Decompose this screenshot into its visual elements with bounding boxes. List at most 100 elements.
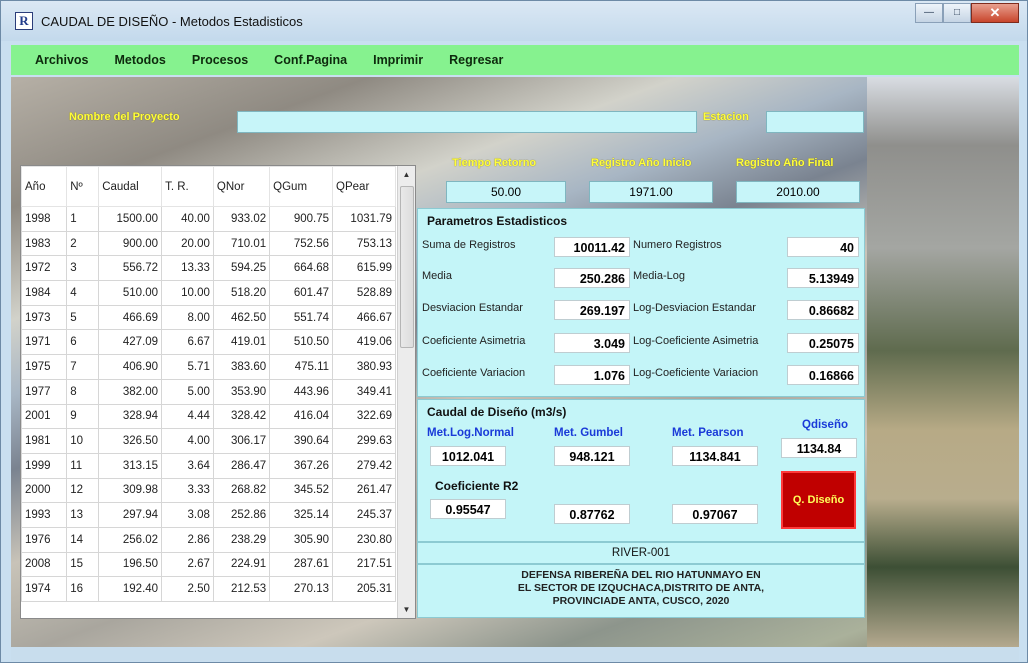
table-cell[interactable]: 1975 [21, 354, 68, 380]
table-cell[interactable]: 518.20 [212, 280, 271, 306]
table-cell[interactable]: 710.01 [212, 230, 271, 257]
column-header[interactable]: QPear [332, 166, 396, 207]
table-cell[interactable]: 261.47 [332, 477, 396, 504]
menu-imprimir[interactable]: Imprimir [373, 53, 423, 67]
table-cell[interactable]: 466.67 [332, 304, 396, 331]
table-cell[interactable]: 238.29 [212, 526, 271, 553]
table-cell[interactable]: 306.17 [212, 428, 271, 454]
table-row[interactable]: 1999 11 313.15 3.64 286.47 367.26 279.42 [21, 452, 396, 479]
table-cell[interactable]: 345.52 [269, 477, 334, 504]
table-row[interactable]: 1973 5 466.69 8.00 462.50 551.74 466.67 [21, 304, 396, 331]
table-cell[interactable]: 11 [66, 452, 100, 479]
table-row[interactable]: 1984 4 510.00 10.00 518.20 601.47 528.89 [21, 280, 396, 306]
table-cell[interactable]: 270.13 [269, 576, 334, 602]
column-header[interactable]: Nº [66, 166, 100, 207]
menu-archivos[interactable]: Archivos [35, 53, 89, 67]
table-cell[interactable]: 1974 [21, 576, 68, 602]
table-cell[interactable]: 245.37 [332, 502, 396, 528]
close-button[interactable]: ✕ [971, 3, 1019, 23]
table-cell[interactable]: 256.02 [98, 526, 163, 553]
table-cell[interactable]: 3.33 [161, 477, 214, 504]
table-cell[interactable]: 196.50 [98, 551, 163, 578]
table-cell[interactable]: 528.89 [332, 280, 396, 306]
table-cell[interactable]: 299.63 [332, 428, 396, 454]
table-cell[interactable]: 1 [66, 206, 100, 232]
table-cell[interactable]: 383.60 [212, 354, 271, 380]
table-row[interactable]: 1983 2 900.00 20.00 710.01 752.56 753.13 [21, 230, 396, 257]
column-header[interactable]: Año [21, 166, 68, 207]
table-row[interactable]: 1971 6 427.09 6.67 419.01 510.50 419.06 [21, 329, 396, 356]
minimize-button[interactable]: — [915, 3, 943, 23]
table-row[interactable]: 1993 13 297.94 3.08 252.86 325.14 245.37 [21, 502, 396, 528]
table-cell[interactable]: 664.68 [269, 255, 334, 282]
table-cell[interactable]: 615.99 [332, 255, 396, 282]
station-field[interactable] [766, 111, 864, 133]
table-cell[interactable]: 390.64 [269, 428, 334, 454]
table-cell[interactable]: 353.90 [212, 378, 271, 405]
table-cell[interactable]: 1993 [21, 502, 68, 528]
table-cell[interactable]: 9 [66, 403, 100, 430]
table-cell[interactable]: 427.09 [98, 329, 163, 356]
column-header[interactable]: QNor [212, 166, 271, 207]
table-cell[interactable]: 443.96 [269, 378, 334, 405]
table-cell[interactable]: 419.06 [332, 329, 396, 356]
table-cell[interactable]: 933.02 [212, 206, 271, 232]
table-cell[interactable]: 7 [66, 354, 100, 380]
table-cell[interactable]: 551.74 [269, 304, 334, 331]
table-cell[interactable]: 3 [66, 255, 100, 282]
table-cell[interactable]: 328.94 [98, 403, 163, 430]
table-cell[interactable]: 326.50 [98, 428, 163, 454]
table-cell[interactable]: 6.67 [161, 329, 214, 356]
table-cell[interactable]: 462.50 [212, 304, 271, 331]
table-cell[interactable]: 475.11 [269, 354, 334, 380]
table-row[interactable]: 2000 12 309.98 3.33 268.82 345.52 261.47 [21, 477, 396, 504]
table-cell[interactable]: 349.41 [332, 378, 396, 405]
table-cell[interactable]: 2001 [21, 403, 68, 430]
table-cell[interactable]: 416.04 [269, 403, 334, 430]
table-cell[interactable]: 382.00 [98, 378, 163, 405]
table-cell[interactable]: 4.44 [161, 403, 214, 430]
table-row[interactable]: 1975 7 406.90 5.71 383.60 475.11 380.93 [21, 354, 396, 380]
table-cell[interactable]: 252.86 [212, 502, 271, 528]
table-cell[interactable]: 1500.00 [98, 206, 163, 232]
column-header[interactable]: QGum [269, 166, 334, 207]
table-cell[interactable]: 594.25 [212, 255, 271, 282]
menu-metodos[interactable]: Metodos [115, 53, 166, 67]
table-cell[interactable]: 380.93 [332, 354, 396, 380]
data-table[interactable]: Año Nº Caudal T. R. QNor QGum QPear 1998 1 1500.… [20, 165, 416, 619]
table-cell[interactable]: 14 [66, 526, 100, 553]
table-cell[interactable]: 1976 [21, 526, 68, 553]
table-cell[interactable]: 8.00 [161, 304, 214, 331]
table-cell[interactable]: 2000 [21, 477, 68, 504]
table-cell[interactable]: 2008 [21, 551, 68, 578]
table-cell[interactable]: 4 [66, 280, 100, 306]
table-cell[interactable]: 309.98 [98, 477, 163, 504]
table-cell[interactable]: 212.53 [212, 576, 271, 602]
table-cell[interactable]: 6 [66, 329, 100, 356]
maximize-button[interactable]: □ [943, 3, 971, 23]
table-cell[interactable]: 601.47 [269, 280, 334, 306]
table-cell[interactable]: 3.08 [161, 502, 214, 528]
menu-regresar[interactable]: Regresar [449, 53, 503, 67]
table-row[interactable]: 1998 1 1500.00 40.00 933.02 900.75 1031.79 [21, 206, 396, 232]
table-cell[interactable]: 510.00 [98, 280, 163, 306]
table-cell[interactable]: 1999 [21, 452, 68, 479]
table-row[interactable]: 1981 10 326.50 4.00 306.17 390.64 299.63 [21, 428, 396, 454]
table-cell[interactable]: 297.94 [98, 502, 163, 528]
table-cell[interactable]: 1972 [21, 255, 68, 282]
table-cell[interactable]: 10.00 [161, 280, 214, 306]
table-cell[interactable]: 13 [66, 502, 100, 528]
table-cell[interactable]: 419.01 [212, 329, 271, 356]
project-name-field[interactable] [237, 111, 697, 133]
table-cell[interactable]: 367.26 [269, 452, 334, 479]
return-period-field[interactable]: 50.00 [446, 181, 566, 203]
table-cell[interactable]: 1973 [21, 304, 68, 331]
table-cell[interactable]: 305.90 [269, 526, 334, 553]
column-header[interactable]: T. R. [161, 166, 214, 207]
column-header[interactable]: Caudal [98, 166, 163, 207]
table-cell[interactable]: 325.14 [269, 502, 334, 528]
table-cell[interactable]: 1998 [21, 206, 68, 232]
end-year-field[interactable]: 2010.00 [736, 181, 860, 203]
table-row[interactable]: 1972 3 556.72 13.33 594.25 664.68 615.99 [21, 255, 396, 282]
table-row[interactable]: 1974 16 192.40 2.50 212.53 270.13 205.31 [21, 576, 396, 602]
